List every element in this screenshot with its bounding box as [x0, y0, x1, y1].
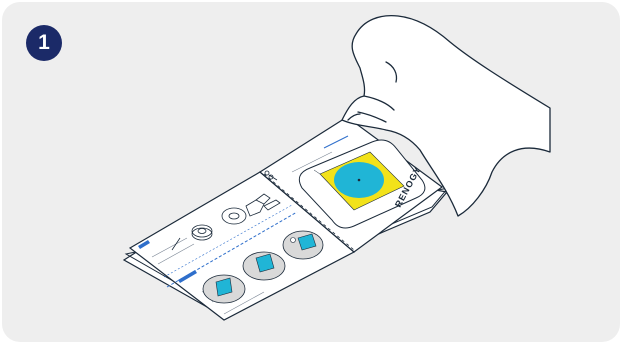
booklet-illustration: RENOGY — [122, 14, 551, 321]
instruction-card: 1 RENOGY — [2, 2, 620, 342]
